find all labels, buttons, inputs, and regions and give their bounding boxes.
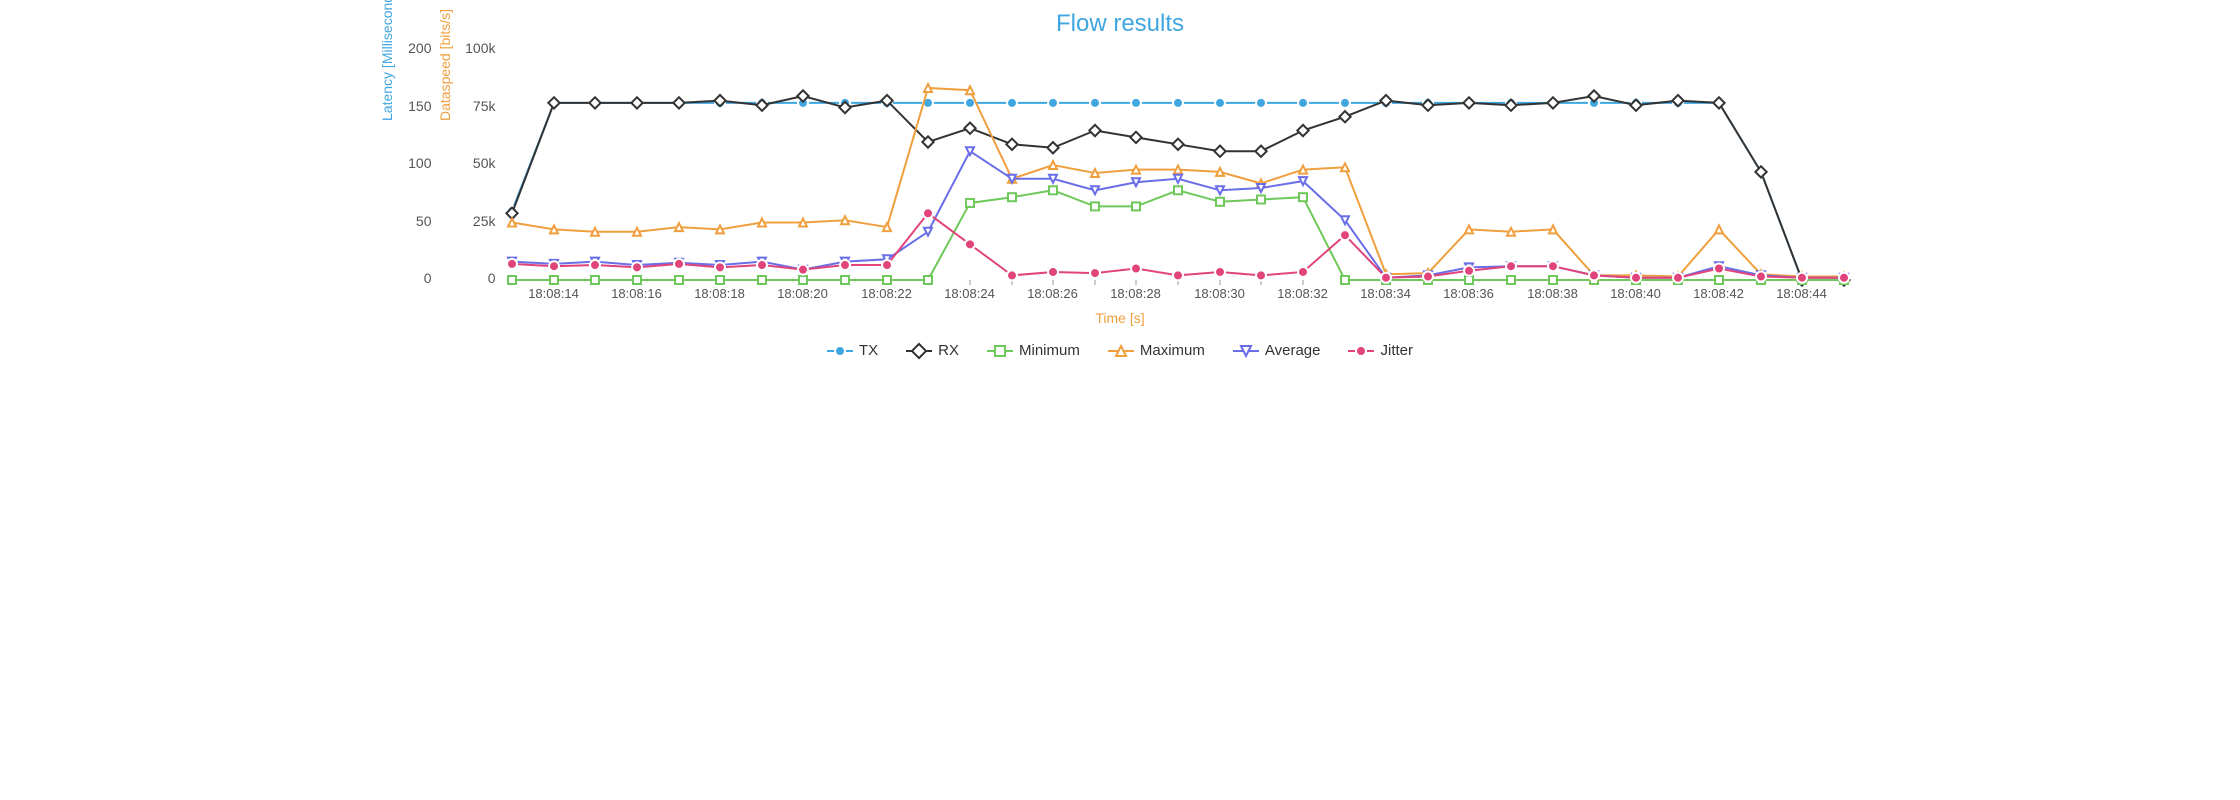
legend-item-tx[interactable]: TX (827, 342, 878, 359)
x-tick-label: 18:08:26 (1027, 286, 1078, 301)
legend-label: Maximum (1140, 342, 1205, 359)
x-tick-label: 18:08:32 (1277, 286, 1328, 301)
flow-results-chart: Flow results Latency [Milliseconds] Data… (374, 0, 1867, 533)
legend-item-jitter[interactable]: Jitter (1348, 342, 1413, 359)
x-tick-label: 18:08:14 (528, 286, 579, 301)
legend-label: TX (859, 342, 878, 359)
legend-item-minimum[interactable]: Minimum (987, 342, 1080, 359)
y1-axis-label: Latency [Milliseconds] (379, 95, 395, 121)
x-tick-label: 18:08:16 (611, 286, 662, 301)
y2-axis-label: Dataspeed [bits/s] (437, 91, 453, 121)
x-tick-label: 18:08:38 (1527, 286, 1578, 301)
x-tick-label: 18:08:18 (694, 286, 745, 301)
x-tick-label: 18:08:28 (1110, 286, 1161, 301)
legend-label: Minimum (1019, 342, 1080, 359)
legend-item-average[interactable]: Average (1233, 342, 1321, 359)
x-tick-label: 18:08:40 (1610, 286, 1661, 301)
x-tick-label: 18:08:44 (1776, 286, 1827, 301)
x-axis-label: Time [s] (374, 310, 1867, 326)
x-tick-label: 18:08:20 (777, 286, 828, 301)
x-tick-label: 18:08:22 (861, 286, 912, 301)
legend: TX RX Minimum Maximum Average Jitter (374, 342, 1867, 362)
legend-item-rx[interactable]: RX (906, 342, 959, 359)
legend-label: Average (1265, 342, 1321, 359)
chart-title: Flow results (374, 0, 1867, 38)
x-tick-label: 18:08:24 (944, 286, 995, 301)
x-tick-label: 18:08:30 (1194, 286, 1245, 301)
x-tick-label: 18:08:34 (1360, 286, 1411, 301)
x-tick-label: 18:08:42 (1693, 286, 1744, 301)
legend-item-maximum[interactable]: Maximum (1108, 342, 1205, 359)
legend-label: RX (938, 342, 959, 359)
legend-label: Jitter (1380, 342, 1413, 359)
x-tick-label: 18:08:36 (1443, 286, 1494, 301)
plot-area (512, 50, 1844, 280)
